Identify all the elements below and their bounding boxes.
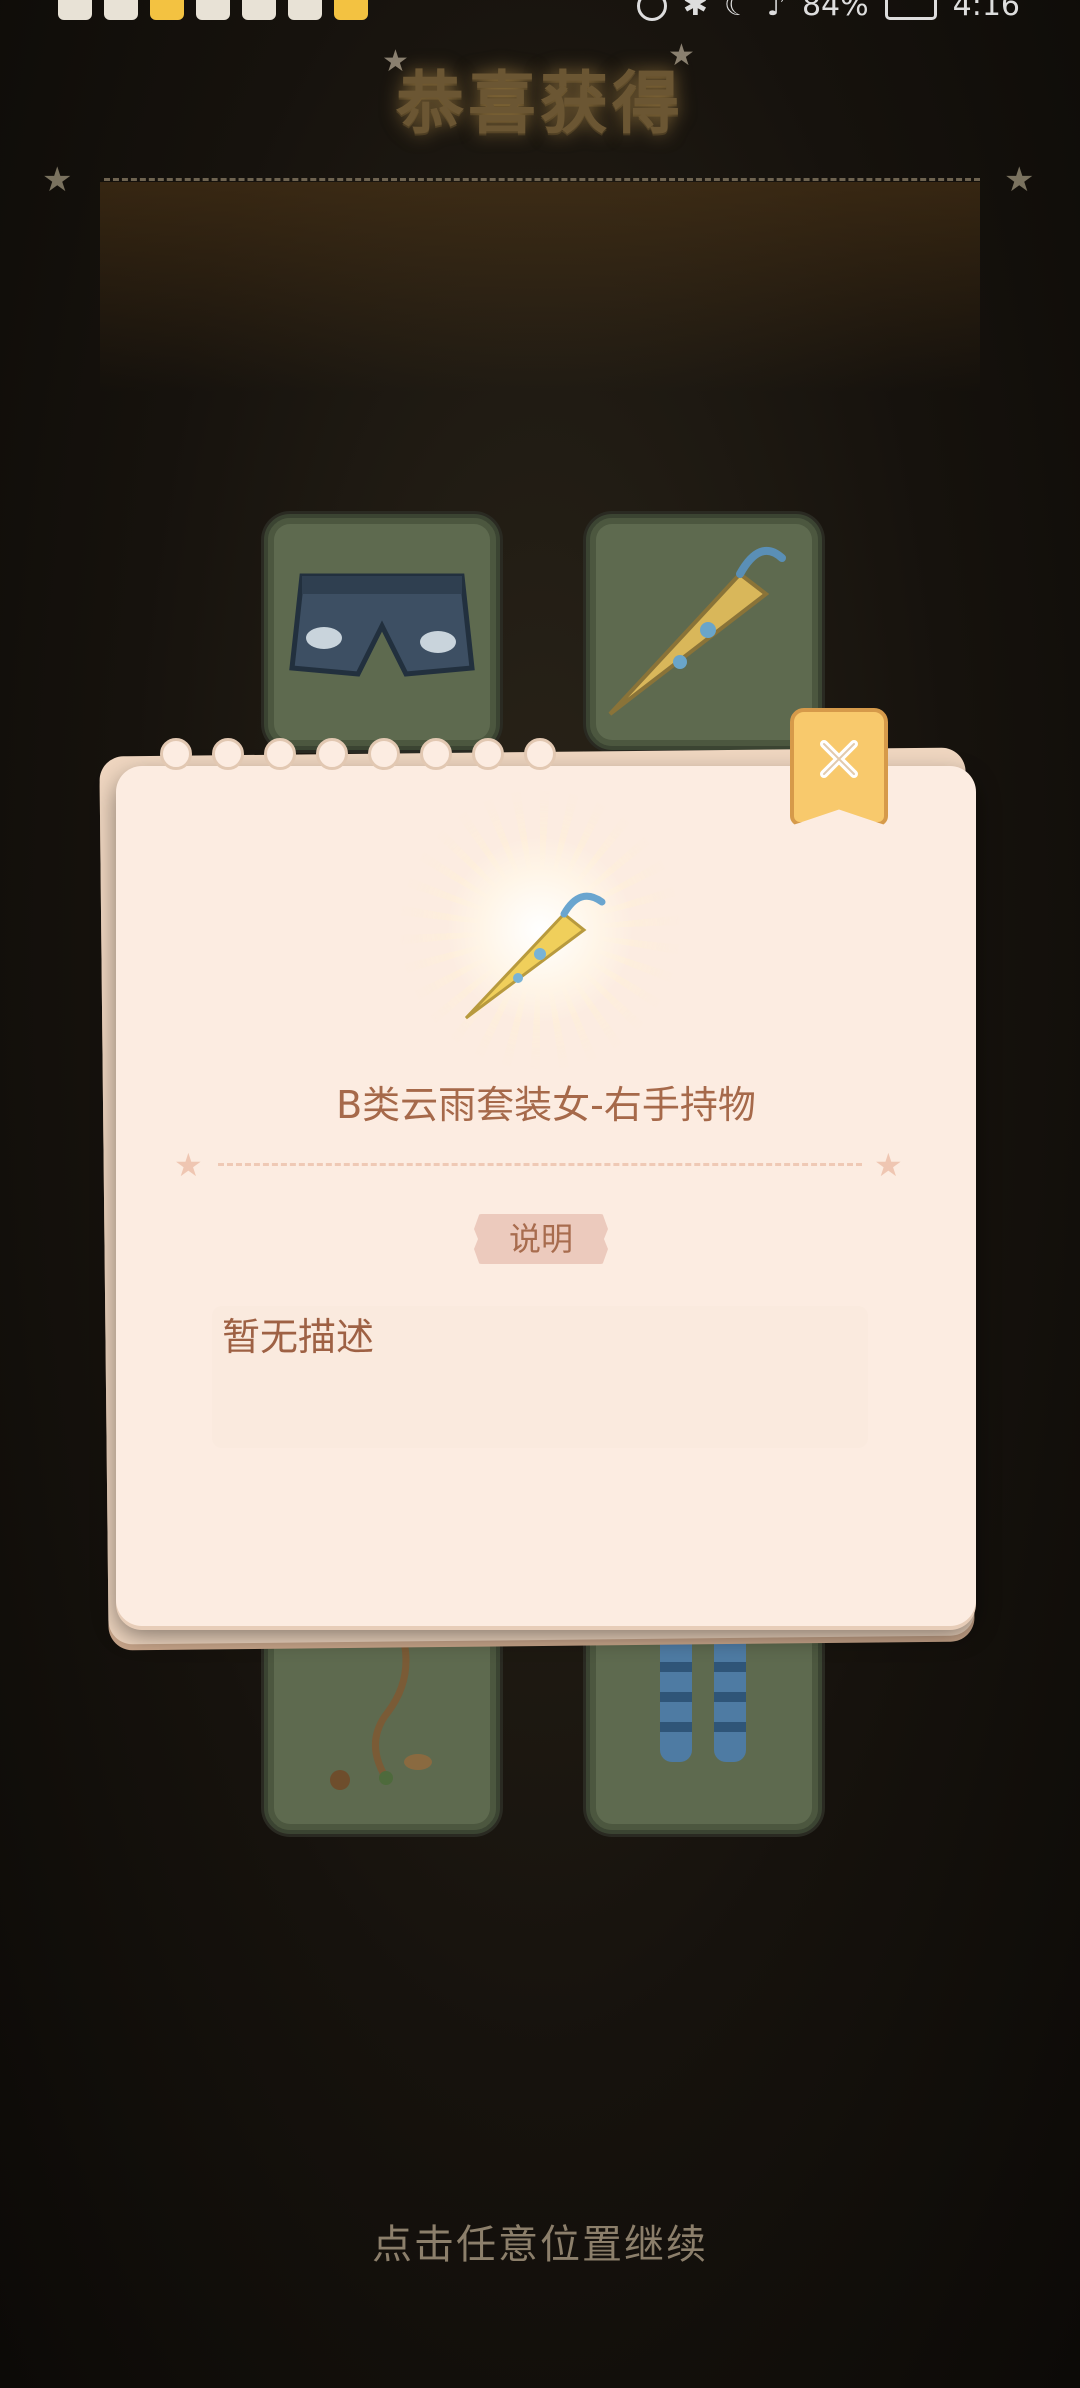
bell-mute-icon: ♪ (766, 0, 786, 23)
notch (472, 738, 504, 770)
reward-item-card[interactable] (586, 514, 822, 750)
description-text: 暂无描述 (222, 1315, 375, 1359)
star-icon: ★ (42, 160, 73, 200)
close-icon (820, 740, 858, 778)
status-left-icons (58, 0, 368, 20)
umbrella-icon (464, 892, 606, 1020)
star-icon: ★ (1004, 160, 1035, 200)
tap-to-continue[interactable]: 点击任意位置继续 (0, 2212, 1080, 2270)
page-title: 恭喜获得 (395, 65, 684, 144)
notch (420, 738, 452, 770)
wechat-icon (242, 0, 276, 20)
banner-glow (100, 182, 980, 392)
notch (524, 738, 556, 770)
notch (316, 738, 348, 770)
notification-icon (58, 0, 92, 20)
qq-icon (288, 0, 322, 20)
app-icon (196, 0, 230, 20)
modal-divider (218, 1163, 862, 1166)
status-bar: ✱ ☾ ♪ 84% 4:16 (0, 0, 1080, 34)
notch (212, 738, 244, 770)
clock: 4:16 (952, 0, 1020, 23)
umbrella-icon (608, 546, 786, 716)
battery-percent: 84% (801, 0, 869, 23)
denim-shorts-icon (289, 573, 475, 677)
wifi-icon (104, 0, 138, 20)
bluetooth-icon: ✱ (682, 0, 708, 23)
paper-notches (160, 738, 556, 770)
weibo-icon (334, 0, 368, 20)
item-name: B类云雨套装女-右手持物 (336, 1083, 756, 1127)
banner-divider (104, 178, 980, 181)
notch (160, 738, 192, 770)
description-label: 说明 (474, 1214, 608, 1264)
status-right: ✱ ☾ ♪ 84% 4:16 (636, 0, 1020, 23)
star-icon: ★ (874, 1146, 903, 1184)
weibo-icon (150, 0, 184, 20)
reward-item-card[interactable] (264, 514, 500, 750)
star-icon: ★ (174, 1146, 203, 1184)
notch (264, 738, 296, 770)
eye-icon (636, 0, 667, 21)
notch (368, 738, 400, 770)
moon-icon: ☾ (723, 0, 751, 23)
close-button[interactable] (790, 708, 888, 826)
battery-icon (884, 0, 937, 20)
